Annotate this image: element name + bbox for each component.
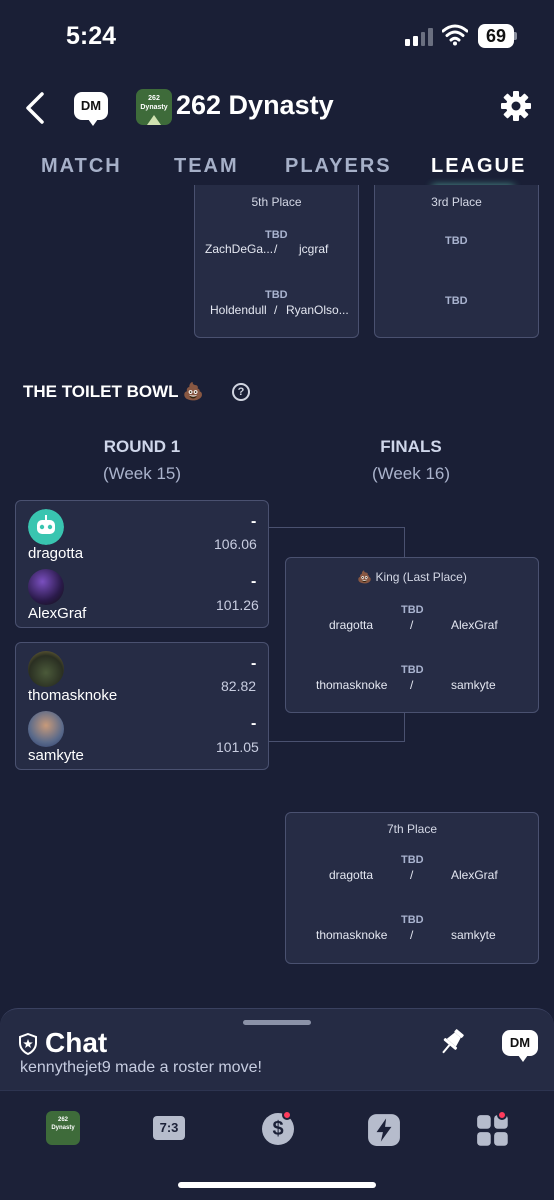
team-right: RyanOlso... [286,303,349,317]
vs-separator: / [410,618,414,632]
cellular-signal-icon [405,28,433,46]
game-status: TBD [401,914,424,926]
chat-title[interactable]: Chat [45,1027,107,1059]
team-score: 101.05 [216,739,259,755]
toilet-bowl-title: THE TOILET BOWL 💩 [23,382,205,401]
king-title: 💩 King (Last Place) [357,570,467,584]
team-left: ZachDeGa... [205,242,274,256]
seventh-title: 7th Place [386,822,438,836]
bracket-connector [404,527,405,557]
finals-week: (Week 16) [371,464,451,483]
user-avatar [28,651,64,687]
team-name: AlexGraf [28,605,87,622]
round1-title: ROUND 1 [103,437,181,456]
back-arrow-icon[interactable] [22,90,52,126]
help-icon[interactable]: ? [232,383,250,401]
tab-league[interactable]: LEAGUE [431,155,526,178]
projection-dash: - [251,715,257,732]
team-name: samkyte [28,747,84,764]
league-title[interactable]: 262 Dynasty [176,90,334,121]
team-right: AlexGraf [451,868,498,882]
matchup-card[interactable]: thomasknoke - 82.82 samkyte - 101.05 [15,642,269,770]
battery-indicator: 69 [478,24,514,48]
game-status: TBD [401,854,424,866]
user-avatar [28,569,64,605]
dm-button[interactable]: DM [502,1030,538,1062]
vs-separator: / [274,242,278,256]
bracket-connector [269,527,405,528]
team-score: 82.82 [221,678,257,694]
game-status: TBD [401,664,424,676]
tab-players[interactable]: PLAYERS [285,155,392,178]
tab-match[interactable]: MATCH [41,155,122,178]
home-indicator[interactable] [178,1182,376,1188]
game-status: TBD [445,235,468,247]
tab-team[interactable]: TEAM [174,155,239,178]
nav-logo-text: 262 Dynasty [51,1117,75,1131]
battery-tip [514,32,517,40]
chat-latest-message[interactable]: kennythejet9 made a roster move! [20,1059,262,1077]
game-status: TBD [265,289,288,301]
team-name: thomasknoke [28,687,118,704]
projection-dash: - [251,513,257,530]
team-right: AlexGraf [451,618,498,632]
game-status: TBD [445,295,468,307]
vs-separator: / [410,928,414,942]
bracket-connector [404,712,405,742]
round1-week: (Week 15) [102,464,182,483]
matchup-icon[interactable]: 7:3 [153,1116,185,1140]
team-left: dragotta [329,868,374,882]
team-right: samkyte [451,678,496,692]
more-apps-icon[interactable] [476,1114,510,1148]
cone-icon [147,115,161,125]
finals-title: FINALS [380,437,442,456]
game-status: TBD [265,229,288,241]
vs-separator: / [410,868,414,882]
league-logo-text: 262 Dynasty [140,95,168,111]
status-time: 5:24 [66,22,117,50]
team-right: jcgraf [299,242,329,256]
team-name: dragotta [28,545,84,562]
game-status: TBD [401,604,424,616]
team-left: dragotta [329,618,374,632]
robot-avatar-icon [28,509,64,545]
seventh-place-card[interactable]: 7th Place TBD dragotta / AlexGraf TBD th… [285,812,539,964]
team-right: samkyte [451,928,496,942]
team-score: 106.06 [214,536,257,552]
notification-badge [497,1110,507,1120]
vs-separator: / [274,303,278,317]
third-place-card[interactable]: 3rd Place TBD TBD [374,185,539,338]
matchup-card[interactable]: dragotta - 106.06 AlexGraf - 101.26 [15,500,269,628]
bracket-connector [269,741,405,742]
shield-star-icon [19,1033,37,1055]
drag-handle[interactable] [243,1020,311,1025]
nav-league-logo[interactable]: 262 Dynasty [46,1111,80,1145]
pin-icon[interactable] [436,1026,468,1058]
team-left: Holdendull [210,303,267,317]
wifi-icon [442,24,468,46]
vs-separator: / [410,678,414,692]
league-logo[interactable]: 262 Dynasty [136,89,172,125]
user-avatar [28,711,64,747]
third-place-title: 3rd Place [431,195,482,209]
dm-button[interactable]: DM [74,92,108,126]
team-left: thomasknoke [316,678,388,692]
king-last-place-card[interactable]: 💩 King (Last Place) TBD dragotta / AlexG… [285,557,539,713]
notification-badge [282,1110,292,1120]
team-score: 101.26 [216,597,259,613]
lightning-icon[interactable] [367,1113,401,1147]
projection-dash: - [251,655,257,672]
fifth-place-card[interactable]: 5th Place TBD ZachDeGa... / jcgraf TBD H… [194,185,359,338]
team-left: thomasknoke [316,928,388,942]
projection-dash: - [251,573,257,590]
gear-icon[interactable] [500,90,532,122]
fifth-place-title: 5th Place [251,195,302,209]
